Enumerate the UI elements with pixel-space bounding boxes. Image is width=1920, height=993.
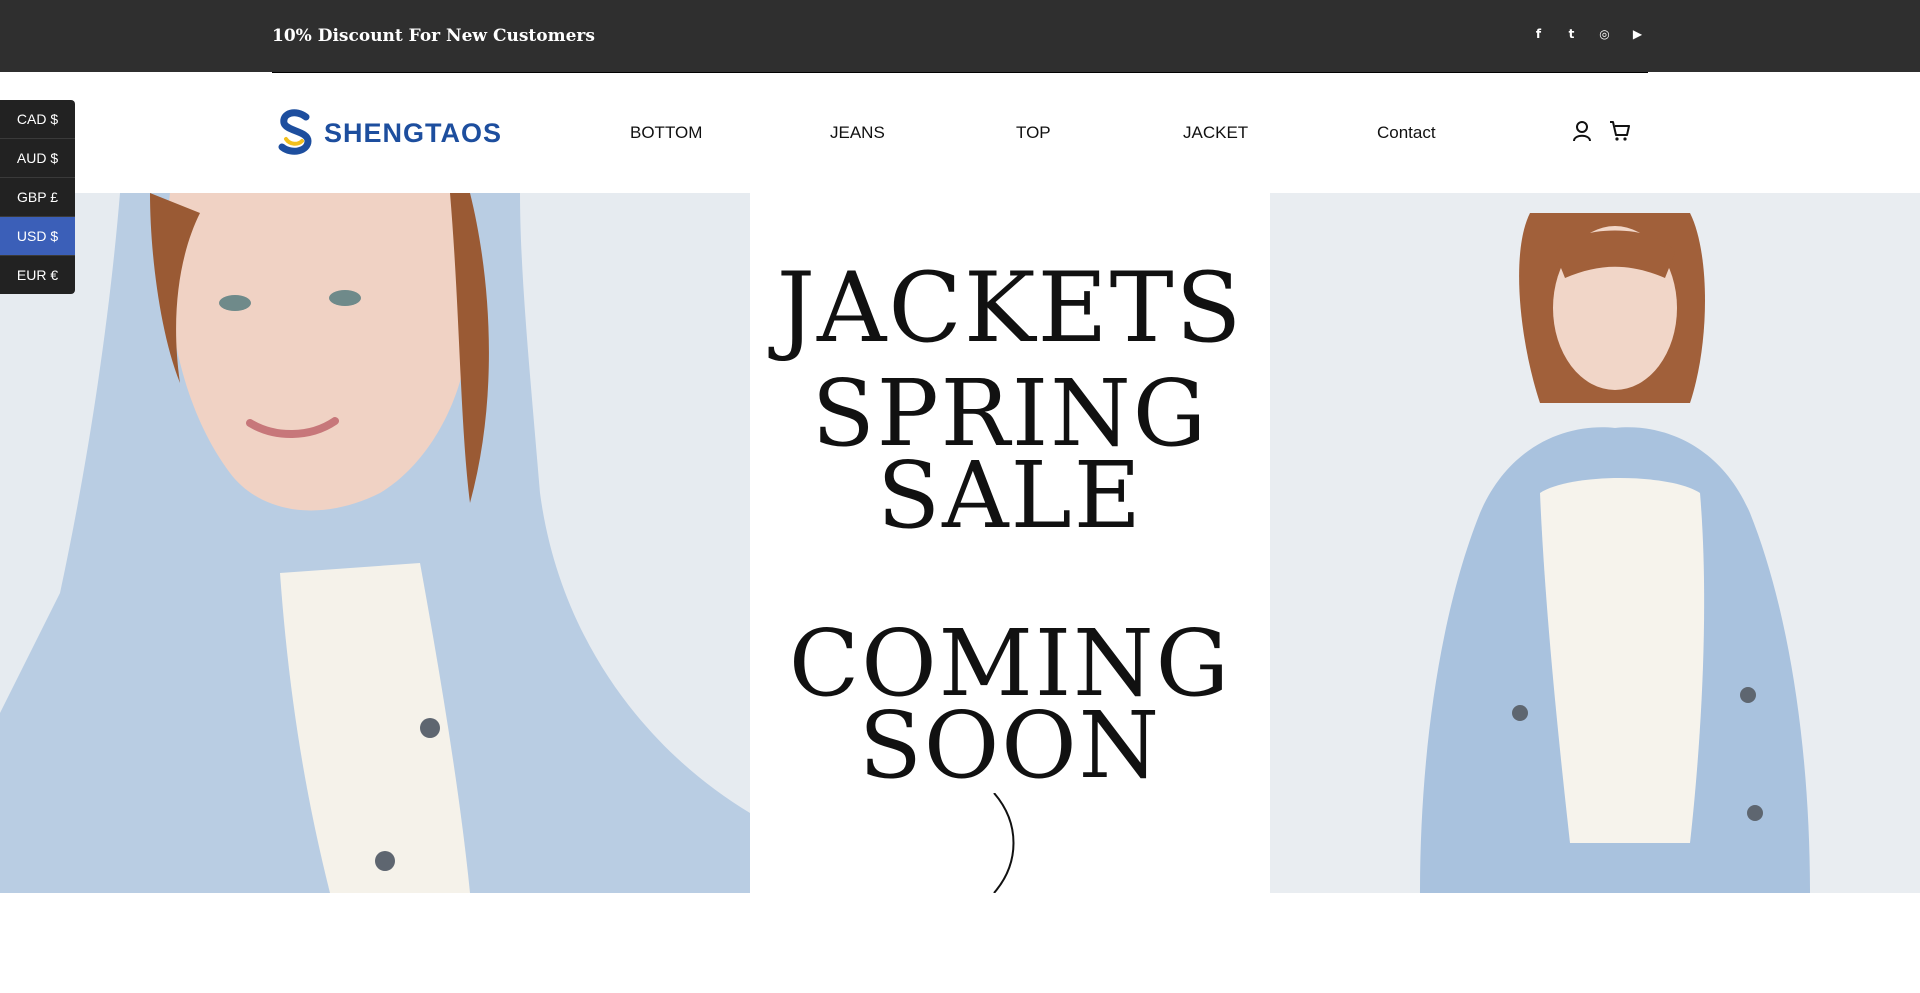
model-photo-right bbox=[1270, 193, 1920, 893]
nav-item-jeans[interactable]: JEANS bbox=[830, 123, 885, 143]
facebook-icon[interactable]: f bbox=[1530, 25, 1547, 42]
cart-icon[interactable] bbox=[1608, 119, 1632, 143]
account-icon[interactable] bbox=[1570, 119, 1594, 143]
announcement-bar: 10% Discount For New Customers f t ◎ ▶ bbox=[0, 0, 1920, 72]
hero-image-left bbox=[0, 193, 750, 893]
currency-option-aud[interactable]: AUD $ bbox=[0, 139, 75, 178]
header-actions bbox=[1570, 119, 1632, 143]
hero-heading-sale: SALE bbox=[877, 442, 1143, 549]
nav-item-jacket[interactable]: JACKET bbox=[1183, 123, 1248, 143]
currency-option-gbp[interactable]: GBP £ bbox=[0, 178, 75, 217]
hero-text-panel: JACKETS SPRING SALE COMING SOON bbox=[750, 193, 1270, 893]
hero-banner[interactable]: JACKETS SPRING SALE COMING SOON bbox=[0, 193, 1920, 893]
twitter-icon[interactable]: t bbox=[1563, 25, 1580, 42]
youtube-icon[interactable]: ▶ bbox=[1629, 25, 1646, 42]
currency-option-eur[interactable]: EUR € bbox=[0, 256, 75, 294]
main-nav: BOTTOM JEANS TOP JACKET Contact bbox=[0, 123, 1920, 153]
hero-heading-jackets: JACKETS bbox=[776, 252, 1244, 364]
model-photo-left bbox=[0, 193, 750, 893]
instagram-icon[interactable]: ◎ bbox=[1596, 25, 1613, 42]
hero-heading-spring-sale: SPRING SALE bbox=[750, 368, 1270, 549]
hero-heading-coming-soon: COMING SOON bbox=[750, 618, 1270, 799]
nav-item-top[interactable]: TOP bbox=[1016, 123, 1051, 143]
social-links: f t ◎ ▶ bbox=[1530, 25, 1646, 42]
decorative-arc-icon bbox=[993, 793, 1015, 893]
hero-image-right bbox=[1270, 193, 1920, 893]
promo-text: 10% Discount For New Customers bbox=[272, 26, 595, 46]
site-header: SHENGTAOS BOTTOM JEANS TOP JACKET Contac… bbox=[0, 73, 1920, 193]
hero-heading-soon: SOON bbox=[858, 692, 1162, 799]
currency-selector: CAD $ AUD $ GBP £ USD $ EUR € bbox=[0, 100, 75, 294]
currency-option-cad[interactable]: CAD $ bbox=[0, 100, 75, 139]
currency-option-usd[interactable]: USD $ bbox=[0, 217, 75, 256]
nav-item-contact[interactable]: Contact bbox=[1377, 123, 1436, 143]
nav-item-bottom[interactable]: BOTTOM bbox=[630, 123, 702, 143]
